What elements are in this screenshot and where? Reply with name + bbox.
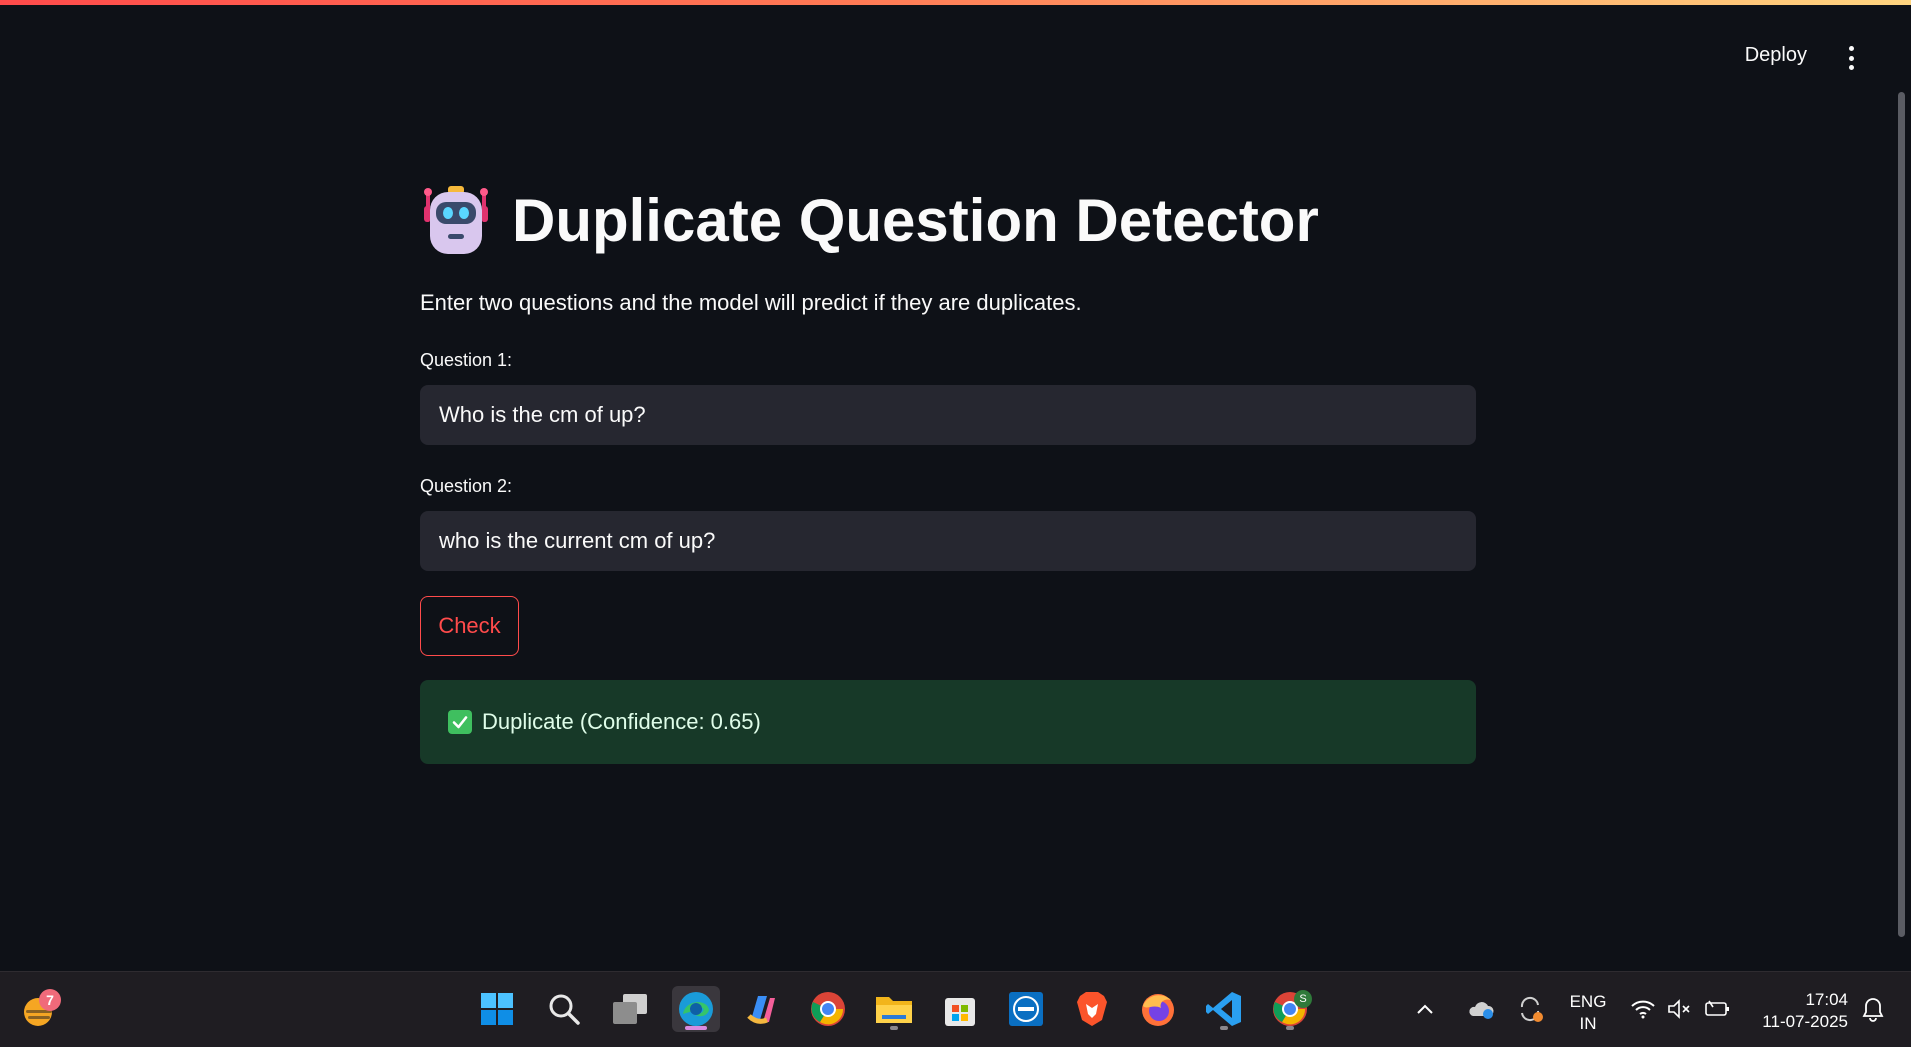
green-check-icon xyxy=(448,710,472,734)
language-indicator[interactable]: ENG IN xyxy=(1566,991,1610,1035)
chrome-icon[interactable] xyxy=(804,986,852,1032)
subtitle: Enter two questions and the model will p… xyxy=(420,290,1082,315)
clock[interactable]: 17:04 11-07-2025 xyxy=(1748,989,1848,1033)
region-code: IN xyxy=(1579,1014,1597,1033)
success-alert: Duplicate (Confidence: 0.65) xyxy=(420,680,1476,764)
decoration-bar xyxy=(0,0,1911,5)
clock-time: 17:04 xyxy=(1805,990,1848,1009)
result-text: Duplicate (Confidence: 0.65) xyxy=(482,709,761,734)
search-icon[interactable] xyxy=(540,986,588,1032)
dell-icon[interactable] xyxy=(1002,986,1050,1032)
firefox-icon[interactable] xyxy=(1134,986,1182,1032)
page-title: Duplicate Question Detector xyxy=(420,170,1476,270)
microsoft-store-icon[interactable] xyxy=(936,986,984,1032)
question2-label: Question 2: xyxy=(420,476,513,496)
vscode-icon[interactable] xyxy=(1200,986,1248,1032)
question2-block: Question 2: xyxy=(420,476,1476,571)
file-explorer-icon[interactable] xyxy=(870,986,918,1032)
question1-label: Question 1: xyxy=(420,350,513,370)
onedrive-icon[interactable] xyxy=(1466,986,1496,1032)
sync-icon[interactable] xyxy=(1515,986,1545,1032)
edge-browser-icon[interactable] xyxy=(672,986,720,1032)
battery-icon[interactable] xyxy=(1702,986,1732,1032)
question2-input[interactable] xyxy=(420,511,1476,571)
task-view-icon[interactable] xyxy=(606,986,654,1032)
chevron-up-icon[interactable] xyxy=(1410,986,1440,1032)
scrollbar[interactable] xyxy=(1898,92,1905,937)
question1-input[interactable] xyxy=(420,385,1476,445)
clock-date: 11-07-2025 xyxy=(1762,1012,1848,1031)
deploy-button[interactable]: Deploy xyxy=(1745,44,1807,67)
profile-badge: S xyxy=(1294,990,1312,1008)
title-text: Duplicate Question Detector xyxy=(512,186,1319,254)
widgets-badge: 7 xyxy=(39,989,61,1011)
question1-block: Question 1: xyxy=(420,350,1476,445)
vertical-ellipsis-icon[interactable] xyxy=(1846,46,1856,70)
main-content: Duplicate Question Detector Enter two qu… xyxy=(420,170,1476,764)
brave-icon[interactable] xyxy=(1068,986,1116,1032)
streamlit-app: Deploy Duplicate Question Detector Enter… xyxy=(0,0,1911,971)
copilot-icon[interactable] xyxy=(738,986,786,1032)
windows-start-icon[interactable] xyxy=(473,986,521,1032)
check-button[interactable]: Check xyxy=(420,596,519,656)
notification-bell-icon[interactable] xyxy=(1858,986,1888,1032)
language-code: ENG xyxy=(1569,992,1607,1011)
windows-taskbar: 7 S ENG IN 17:04 11-07-2025 xyxy=(0,971,1911,1047)
wifi-icon[interactable] xyxy=(1628,986,1658,1032)
volume-muted-icon[interactable] xyxy=(1664,986,1694,1032)
robot-icon xyxy=(424,186,488,254)
